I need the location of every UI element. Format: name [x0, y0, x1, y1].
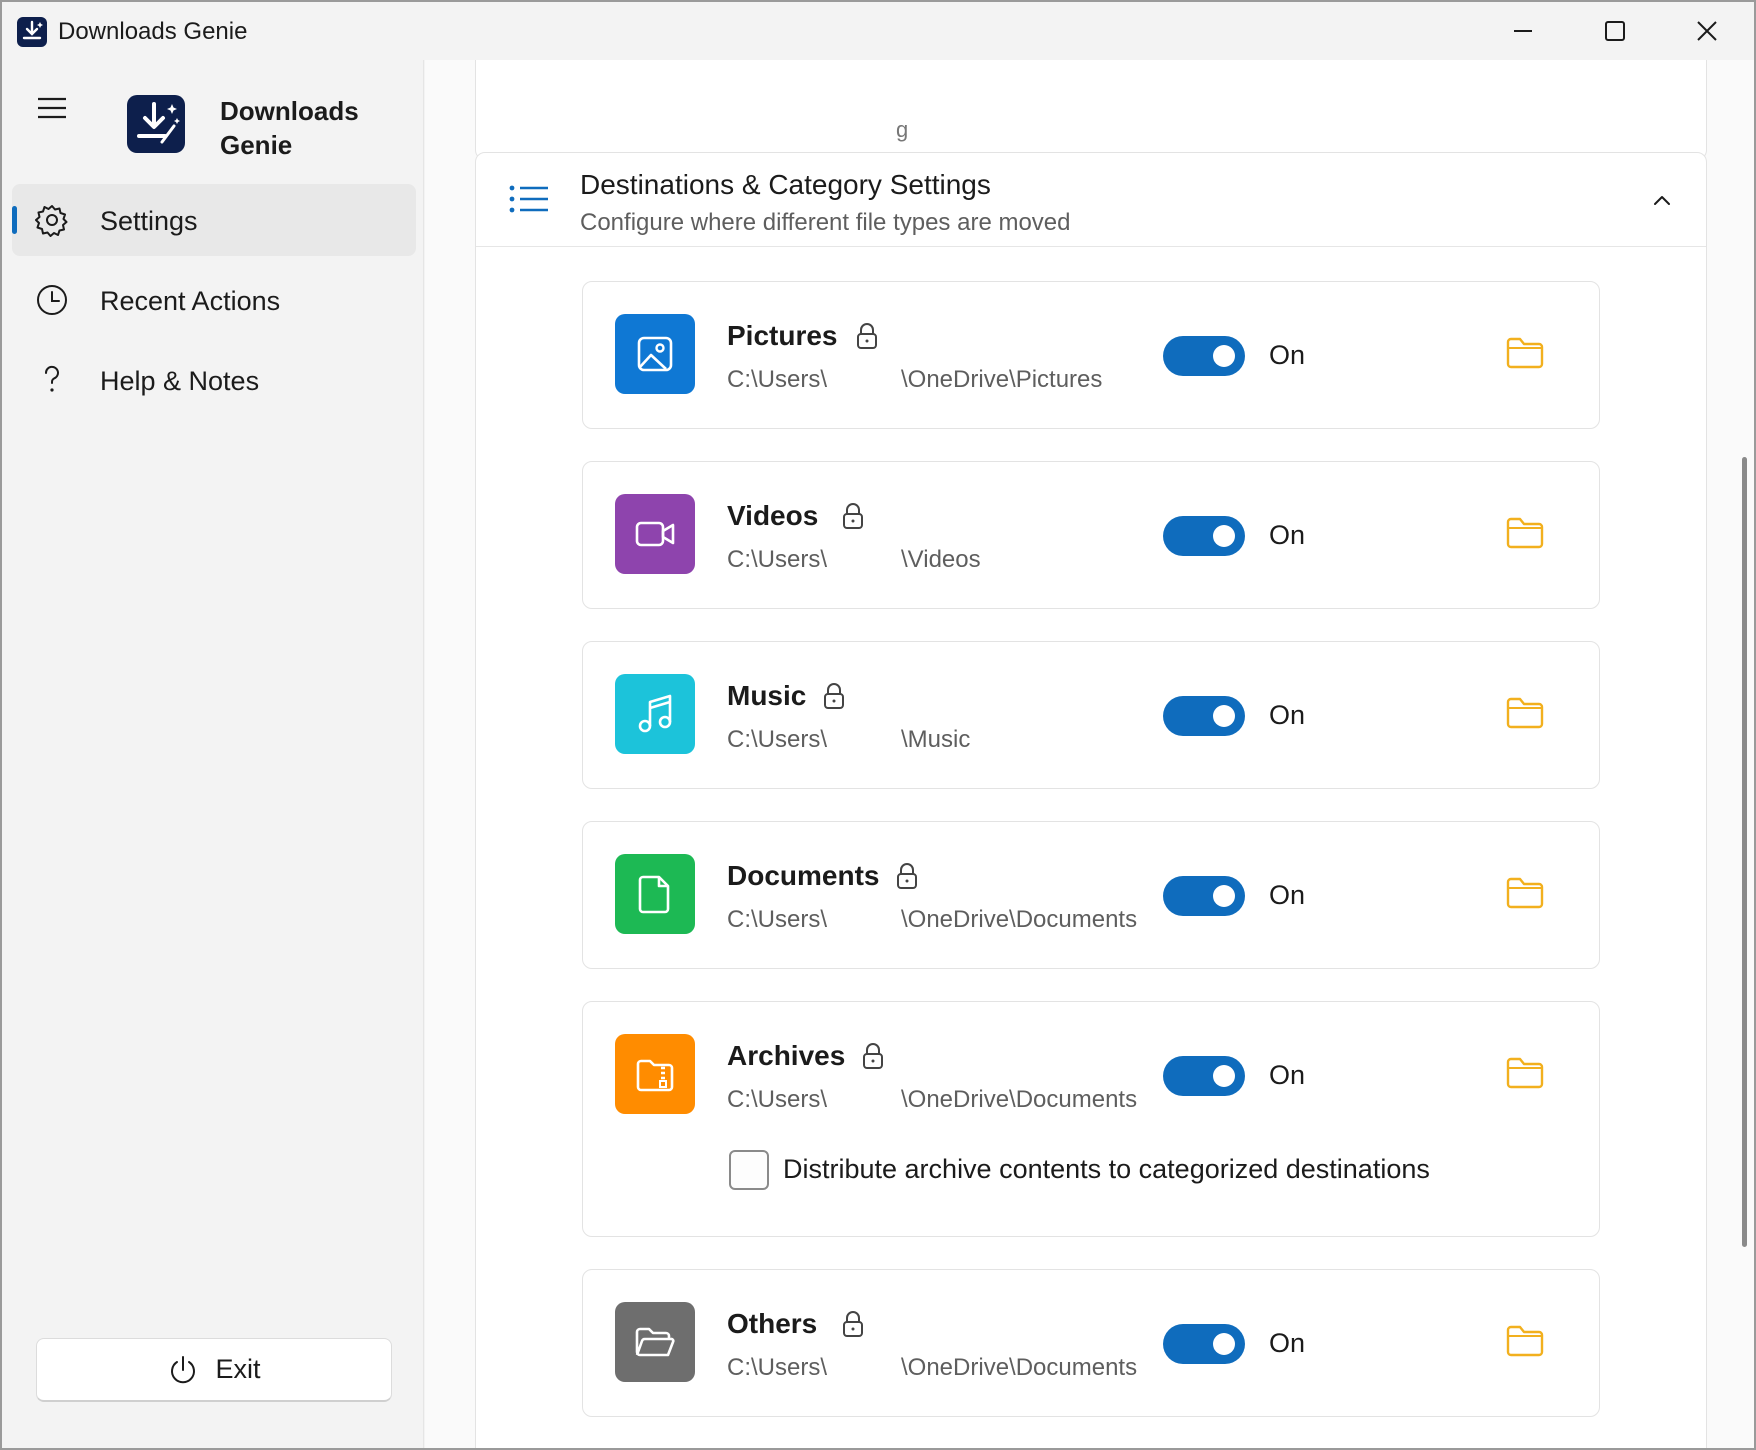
maximize-icon: [1605, 21, 1625, 41]
path-end: \Music: [901, 726, 971, 753]
category-toggle[interactable]: [1163, 1056, 1245, 1096]
destinations-section: Destinations & Category Settings Configu…: [475, 152, 1707, 1448]
section-title: Destinations & Category Settings: [580, 169, 991, 200]
distribute-archive-label: Distribute archive contents to categoriz…: [783, 1154, 1430, 1184]
distribute-archive-checkbox[interactable]: [729, 1150, 769, 1190]
category-card-others: Others C:\Users\ \OneDrive\Documents On: [582, 1269, 1600, 1417]
toggle-label: On: [1269, 700, 1306, 730]
folder-icon[interactable]: [1505, 334, 1545, 370]
path-start: C:\Users\: [727, 1354, 828, 1381]
folder-icon[interactable]: [1505, 1322, 1545, 1358]
truncated-text-fragment: g: [896, 117, 909, 142]
section-subtitle: Configure where different file types are…: [580, 209, 1071, 236]
path-start: C:\Users\: [727, 366, 828, 393]
lock-icon: [843, 1311, 863, 1337]
category-name: Others: [727, 1308, 818, 1339]
category-toggle[interactable]: [1163, 336, 1245, 376]
sidebar-item-label: Settings: [100, 206, 198, 236]
folder-icon[interactable]: [1505, 874, 1545, 910]
sidebar-item-recent-actions[interactable]: Recent Actions: [12, 264, 416, 336]
window-title: Downloads Genie: [58, 18, 248, 45]
category-card-music: Music C:\Users\ \Music On: [582, 641, 1600, 789]
path-start: C:\Users\: [727, 1086, 828, 1113]
folder-icon[interactable]: [1505, 514, 1545, 550]
app-window: Downloads Genie Downloads Genie Settings…: [0, 0, 1756, 1450]
sidebar-item-label: Recent Actions: [100, 286, 281, 316]
archive-icon: [615, 1034, 695, 1114]
category-name: Videos: [727, 500, 819, 531]
brand-line1: Downloads: [220, 96, 359, 126]
minimize-icon: [1514, 30, 1532, 32]
path-start: C:\Users\: [727, 546, 828, 573]
sidebar-item-settings[interactable]: Settings: [12, 184, 416, 256]
category-card-archives: Archives C:\Users\ \OneDrive\Documents O…: [582, 1001, 1600, 1237]
exit-label: Exit: [215, 1354, 261, 1384]
sidebar-item-help-notes[interactable]: Help & Notes: [12, 344, 416, 416]
app-icon: [17, 17, 47, 47]
category-name: Music: [727, 680, 807, 711]
toggle-label: On: [1269, 340, 1306, 370]
toggle-label: On: [1269, 880, 1306, 910]
list-icon: [509, 185, 548, 213]
brand-line2: Genie: [220, 130, 293, 160]
path-end: \OneDrive\Documents: [901, 1086, 1138, 1113]
lock-icon: [824, 683, 844, 709]
lock-icon: [857, 323, 877, 349]
toggle-label: On: [1269, 1060, 1306, 1090]
close-button[interactable]: [1662, 2, 1752, 60]
category-name: Pictures: [727, 320, 838, 351]
path-end: \OneDrive\Documents: [901, 1354, 1138, 1381]
music-note-icon: [615, 674, 695, 754]
logo-icon: [127, 95, 185, 153]
question-icon: [34, 362, 70, 398]
document-icon: [615, 854, 695, 934]
power-icon: [171, 1355, 196, 1383]
close-icon: [1697, 21, 1717, 41]
section-header[interactable]: Destinations & Category Settings Configu…: [476, 153, 1706, 247]
category-card-documents: Documents C:\Users\ \OneDrive\Documents …: [582, 821, 1600, 969]
category-name: Documents: [727, 860, 880, 891]
title-bar: Downloads Genie: [2, 2, 1754, 60]
category-toggle[interactable]: [1163, 876, 1245, 916]
lock-icon: [897, 863, 917, 889]
collapse-button[interactable]: [1646, 185, 1678, 217]
path-end: \OneDrive\Documents: [901, 906, 1138, 933]
category-card-videos: Videos C:\Users\ \Videos On: [582, 461, 1600, 609]
category-name: Archives: [727, 1040, 846, 1071]
brand-name: Downloads Genie: [220, 94, 400, 162]
category-toggle[interactable]: [1163, 1324, 1245, 1364]
path-end: \OneDrive\Pictures: [901, 366, 1103, 393]
category-toggle[interactable]: [1163, 516, 1245, 556]
main-content: g Destinations & Category Settings Confi…: [425, 60, 1754, 1448]
folder-open-icon: [615, 1302, 695, 1382]
active-indicator: [12, 206, 17, 234]
folder-icon[interactable]: [1505, 694, 1545, 730]
video-camera-icon: [615, 494, 695, 574]
path-end: \Videos: [901, 546, 981, 573]
category-card-pictures: Pictures C:\Users\ \OneDrive\Pictures On: [582, 281, 1600, 429]
minimize-button[interactable]: [1478, 2, 1568, 60]
maximize-button[interactable]: [1570, 2, 1660, 60]
lock-icon: [863, 1043, 883, 1069]
hamburger-menu-icon[interactable]: [36, 96, 68, 120]
lock-icon: [843, 503, 863, 529]
vertical-scrollbar[interactable]: [1742, 457, 1747, 1247]
exit-button[interactable]: Exit: [36, 1338, 392, 1402]
clock-icon: [34, 282, 70, 318]
path-start: C:\Users\: [727, 906, 828, 933]
chevron-up-icon: [1654, 196, 1670, 205]
folder-icon[interactable]: [1505, 1054, 1545, 1090]
toggle-label: On: [1269, 520, 1306, 550]
sidebar-item-label: Help & Notes: [100, 366, 260, 396]
category-toggle[interactable]: [1163, 696, 1245, 736]
image-icon: [615, 314, 695, 394]
gear-icon: [34, 202, 70, 238]
path-start: C:\Users\: [727, 726, 828, 753]
previous-section-card: g: [475, 60, 1707, 160]
toggle-label: On: [1269, 1328, 1306, 1358]
sidebar: Downloads Genie Settings Recent Actions: [2, 60, 424, 1448]
